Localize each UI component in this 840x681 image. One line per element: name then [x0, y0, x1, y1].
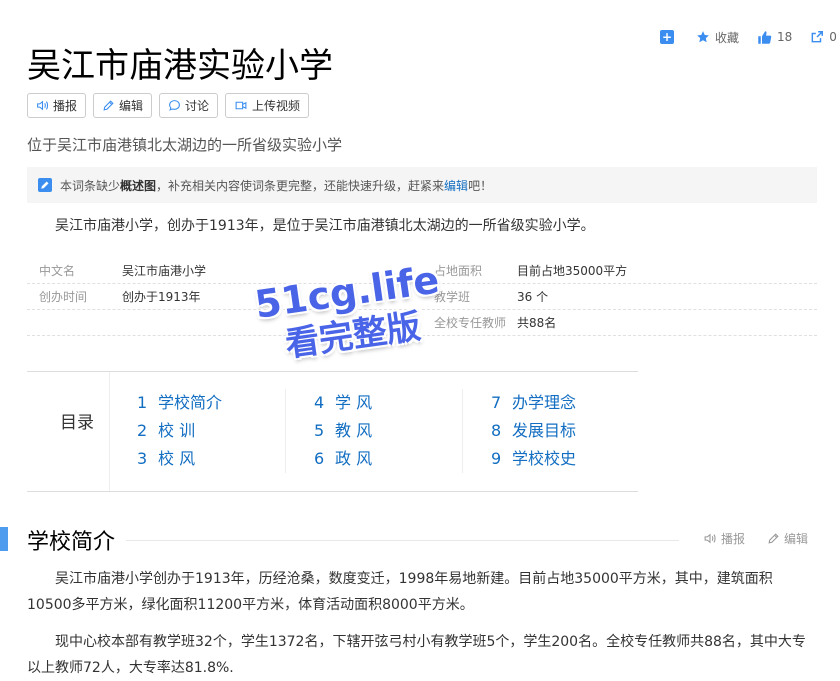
- entry-summary: 位于吴江市庙港镇北太湖边的一所省级实验小学: [27, 136, 343, 154]
- toc-column-3: 7 办学理念 8 发展目标 9 学校校史: [462, 389, 576, 473]
- add-to-list-button[interactable]: +: [660, 30, 674, 44]
- section-accent-bar: [0, 527, 8, 551]
- info-value: 共88名: [517, 315, 557, 330]
- section-broadcast-label: 播报: [721, 532, 746, 546]
- discuss-button[interactable]: 讨论: [159, 93, 219, 118]
- edit-button[interactable]: 编辑: [93, 93, 153, 118]
- toc-item[interactable]: 8 发展目标: [491, 417, 576, 445]
- toc-side: 目录: [27, 372, 110, 491]
- video-camera-icon: [235, 101, 247, 110]
- broadcast-button[interactable]: 播报: [27, 93, 87, 118]
- notice-edit-link[interactable]: 编辑: [444, 177, 468, 194]
- like-button[interactable]: 18: [757, 30, 792, 45]
- info-row-teachers: 全校专任教师 共88名: [422, 309, 817, 336]
- info-key: 中文名: [39, 263, 76, 278]
- toc-item[interactable]: 2校 训: [137, 417, 222, 445]
- info-row-classes: 教学班 36 个: [422, 283, 817, 310]
- section-edit-button[interactable]: 编辑: [767, 530, 808, 547]
- section-broadcast-button[interactable]: 播报: [703, 530, 745, 547]
- edit-notice-icon: [38, 178, 52, 192]
- section-title: 学校简介: [27, 530, 116, 555]
- entry-toolbar: 播报 编辑 讨论 上传视频: [27, 93, 316, 118]
- share-icon: [811, 31, 824, 43]
- share-button[interactable]: 0: [810, 30, 837, 44]
- toc-label: 目录: [60, 413, 94, 433]
- toc-item[interactable]: 1 学校简介: [137, 389, 222, 417]
- plus-icon: +: [660, 30, 674, 44]
- collect-button[interactable]: 收藏: [696, 29, 739, 46]
- toc-item[interactable]: 7 办学理念: [491, 389, 576, 417]
- missing-summary-notice: 本词条缺少 概述图 ，补充相关内容使词条更完整，还能快速升级，赶紧来 编辑 吧！: [27, 167, 817, 203]
- info-value: 吴江市庙港小学: [122, 263, 207, 278]
- paragraph: 现中心校本部有教学班32个，学生1372名，下辖开弦弓村小有教学班5个，学生20…: [27, 634, 806, 676]
- notice-suffix: 吧！: [468, 178, 493, 193]
- section-edit-label: 编辑: [784, 532, 809, 546]
- like-count: 18: [777, 30, 793, 44]
- speaker-icon: [37, 100, 49, 111]
- upload-video-button[interactable]: 上传视频: [225, 93, 310, 118]
- speaker-icon: [704, 533, 716, 544]
- toc-column-2: 4学 风 5教 风 6政 风: [285, 389, 372, 473]
- info-value: 创办于1913年: [122, 289, 201, 304]
- upload-video-label: 上传视频: [252, 99, 301, 113]
- table-of-contents: 目录 1 学校简介 2校 训 3校 风 4学 风 5教 风 6政 风 7 办学理念 …: [27, 371, 638, 492]
- broadcast-label: 播报: [53, 99, 78, 113]
- toc-column-1: 1 学校简介 2校 训 3校 风: [137, 389, 222, 473]
- notice-prefix: 本词条缺少: [60, 178, 121, 193]
- toc-item[interactable]: 6政 风: [314, 445, 372, 473]
- edit-label: 编辑: [119, 99, 144, 113]
- discuss-label: 讨论: [185, 99, 210, 113]
- section-divider: [126, 540, 679, 541]
- thumbs-up-icon: [758, 30, 772, 44]
- page-actions: + 收藏 18 0: [660, 28, 840, 46]
- toc-item[interactable]: 5教 风: [314, 417, 372, 445]
- info-value: 36 个: [517, 289, 549, 304]
- pencil-icon: [768, 533, 779, 544]
- toc-item[interactable]: 4学 风: [314, 389, 372, 417]
- page-title: 吴江市庙港实验小学: [27, 46, 333, 86]
- lead-paragraph: 吴江市庙港小学，创办于1913年，是位于吴江市庙港镇北太湖边的一所省级实验小学。: [55, 218, 595, 234]
- info-key: 创办时间: [39, 289, 88, 304]
- info-value: 目前占地35000平方: [517, 263, 628, 278]
- notice-bold: 概述图: [120, 178, 157, 193]
- collect-label: 收藏: [715, 30, 740, 45]
- paragraph: 吴江市庙港小学创办于1913年，历经沧桑，数度变迁，1998年易地新建。目前占地…: [27, 571, 773, 613]
- toc-item[interactable]: 9 学校校史: [491, 445, 576, 473]
- share-count: 0: [829, 30, 837, 44]
- notice-middle: ，补充相关内容使词条更完整，还能快速升级，赶紧来: [156, 178, 445, 193]
- section-tools: 播报 编辑: [703, 530, 808, 547]
- star-icon: [697, 31, 709, 43]
- info-row-area: 占地面积 目前占地35000平方: [422, 257, 817, 284]
- pencil-icon: [103, 100, 114, 111]
- toc-item[interactable]: 3校 风: [137, 445, 222, 473]
- speech-bubble-icon: [169, 100, 180, 111]
